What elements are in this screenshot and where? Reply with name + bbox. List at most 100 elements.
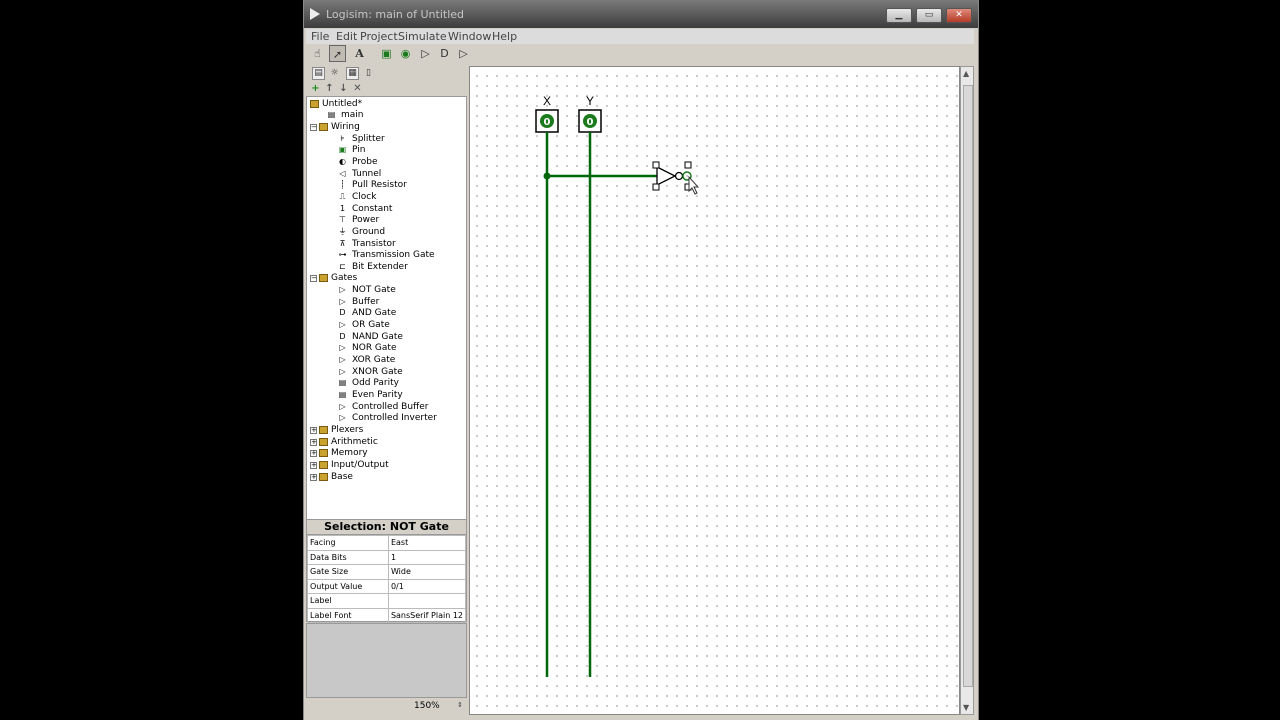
remove-circuit-button[interactable]: ✕: [351, 83, 364, 95]
expand-icon[interactable]: +: [310, 438, 317, 446]
canvas-vertical-scrollbar[interactable]: ▲ ▼: [960, 66, 974, 715]
tree-library-arithmetic[interactable]: + Arithmetic: [310, 437, 378, 448]
tree-item-label: Pull Resistor: [352, 180, 407, 191]
tree-item-buffer[interactable]: ▷ Buffer: [337, 297, 379, 308]
add-circuit-button[interactable]: +: [309, 83, 322, 95]
tree-library-memory[interactable]: + Memory: [310, 448, 368, 459]
select-tool-button[interactable]: ➚: [329, 45, 346, 62]
selection-title: Selection: NOT Gate: [307, 520, 466, 535]
tree-item-label: NAND Gate: [352, 331, 403, 342]
collapse-icon[interactable]: −: [310, 275, 317, 283]
attribute-key: Data Bits: [307, 549, 389, 565]
toolbox-icon: ▤: [314, 68, 323, 78]
tree-item-label: Controlled Inverter: [352, 413, 437, 424]
collapse-icon[interactable]: −: [310, 124, 317, 131]
circuit-canvas[interactable]: X Y 0 0: [469, 66, 960, 715]
not-gate-icon: ▷: [421, 47, 430, 60]
tree-item-transistor[interactable]: ⊼ Transistor: [337, 239, 396, 250]
zoom-spinner-icon[interactable]: ⇕: [457, 701, 463, 709]
zoom-level[interactable]: 150%: [414, 701, 440, 711]
toolbox-view-button[interactable]: ▤: [312, 67, 325, 80]
tree-project[interactable]: Untitled*: [310, 99, 362, 110]
splitter-icon: ⊧: [340, 133, 345, 143]
tree-item-even-parity[interactable]: ▤ Even Parity: [337, 390, 403, 401]
tree-item-splitter[interactable]: ⊧ Splitter: [337, 133, 384, 145]
tree-item-controlled-inverter[interactable]: ▷ Controlled Inverter: [337, 413, 437, 424]
output-pin-tool-button[interactable]: ◉: [397, 45, 414, 62]
tree-item-or-gate[interactable]: ▷ OR Gate: [337, 320, 389, 331]
tree-item-controlled-buffer[interactable]: ▷ Controlled Buffer: [337, 402, 428, 413]
layout-icon: ▦: [348, 68, 357, 78]
title-bar[interactable]: Logisim: main of Untitled ▁ ▭ ✕: [304, 0, 978, 28]
move-down-button[interactable]: ↓: [337, 83, 350, 95]
and-gate-tool-button[interactable]: D: [436, 45, 453, 62]
simulation-view-button[interactable]: ☼: [326, 67, 343, 80]
appearance-view-button[interactable]: ▯: [360, 67, 377, 80]
expand-icon[interactable]: +: [310, 426, 317, 434]
menu-edit[interactable]: Edit: [336, 30, 357, 43]
tree-item-pin[interactable]: ▣ Pin: [337, 145, 366, 156]
tree-library-wiring[interactable]: − Wiring: [310, 122, 360, 133]
menu-file[interactable]: File: [311, 30, 329, 43]
expand-icon[interactable]: +: [310, 450, 317, 458]
not-gate[interactable]: [652, 161, 692, 191]
attribute-value[interactable]: 1: [387, 549, 467, 565]
tree-item-tunnel[interactable]: ◁ Tunnel: [337, 169, 381, 180]
tree-item-nand-gate[interactable]: D NAND Gate: [337, 332, 403, 343]
tree-item-constant[interactable]: 1 Constant: [337, 204, 393, 215]
attribute-value[interactable]: [387, 593, 467, 609]
tree-item-probe[interactable]: ◐ Probe: [337, 157, 378, 168]
tree-library-base[interactable]: + Base: [310, 472, 353, 483]
attribute-value[interactable]: Wide: [387, 564, 467, 580]
scrollbar-thumb[interactable]: [963, 85, 973, 687]
tree-item-not-gate[interactable]: ▷ NOT Gate: [337, 285, 395, 296]
tree-circuit-label: main: [341, 110, 364, 120]
simulation-icon: ☼: [330, 68, 339, 78]
odd-parity-icon: ▤: [338, 378, 347, 388]
menu-help[interactable]: Help: [492, 30, 517, 43]
minimize-button[interactable]: ▁: [886, 8, 912, 23]
tree-item-odd-parity[interactable]: ▤ Odd Parity: [337, 378, 399, 389]
tree-item-clock[interactable]: ⎍ Clock: [337, 192, 377, 203]
tree-item-nor-gate[interactable]: ▷ NOR Gate: [337, 343, 396, 354]
tree-item-power[interactable]: ⊤ Power: [337, 215, 379, 226]
tree-item-label: Buffer: [352, 296, 380, 307]
tree-item-ground[interactable]: ⏚ Ground: [337, 227, 386, 238]
tree-item-xnor-gate[interactable]: ▷ XNOR Gate: [337, 367, 402, 378]
menu-window[interactable]: Window: [448, 30, 491, 43]
expand-icon[interactable]: +: [310, 461, 317, 469]
move-up-button[interactable]: ↑: [323, 83, 336, 95]
layout-view-button[interactable]: ▦: [346, 67, 359, 80]
maximize-button[interactable]: ▭: [916, 8, 942, 23]
attribute-value[interactable]: 0/1: [387, 578, 467, 594]
attribute-value[interactable]: East: [387, 535, 467, 551]
pin-x[interactable]: 0: [535, 109, 559, 133]
tool-toolbar: ☝ ➚ A ▣ ◉ ▷ D ▷: [306, 45, 468, 65]
tree-library-gates[interactable]: − Gates: [310, 273, 357, 284]
expand-icon[interactable]: +: [310, 473, 317, 481]
maximize-icon: ▭: [924, 10, 934, 20]
menu-simulate[interactable]: Simulate: [398, 30, 447, 43]
text-tool-button[interactable]: A: [351, 45, 368, 62]
tree-library-plexers[interactable]: + Plexers: [310, 425, 363, 436]
poke-tool-button[interactable]: ☝: [309, 45, 326, 62]
tree-item-xor-gate[interactable]: ▷ XOR Gate: [337, 355, 395, 366]
scroll-up-icon[interactable]: ▲: [963, 69, 969, 78]
scroll-down-icon[interactable]: ▼: [963, 703, 969, 712]
tree-item-pull-resistor[interactable]: ⸽ Pull Resistor: [337, 180, 407, 191]
tree-library-input-output[interactable]: + Input/Output: [310, 460, 389, 471]
input-pin-tool-button[interactable]: ▣: [378, 45, 395, 62]
not-gate-tool-button[interactable]: ▷: [417, 45, 434, 62]
pin-y[interactable]: 0: [578, 109, 602, 133]
attribute-value[interactable]: SansSerif Plain 12: [387, 607, 467, 623]
tree-circuit-main[interactable]: ▤ main: [326, 110, 364, 121]
library-folder-icon: [319, 123, 328, 131]
library-folder-icon: [319, 472, 328, 481]
or-gate-tool-button[interactable]: ▷: [455, 45, 472, 62]
menu-project[interactable]: Project: [360, 30, 398, 43]
close-button[interactable]: ✕: [946, 8, 972, 23]
tree-item-label: Bit Extender: [352, 261, 408, 272]
tree-item-transmission-gate[interactable]: ⊶ Transmission Gate: [337, 250, 435, 261]
tree-item-and-gate[interactable]: D AND Gate: [337, 308, 396, 319]
tree-item-bit-extender[interactable]: ⊏ Bit Extender: [337, 262, 408, 273]
